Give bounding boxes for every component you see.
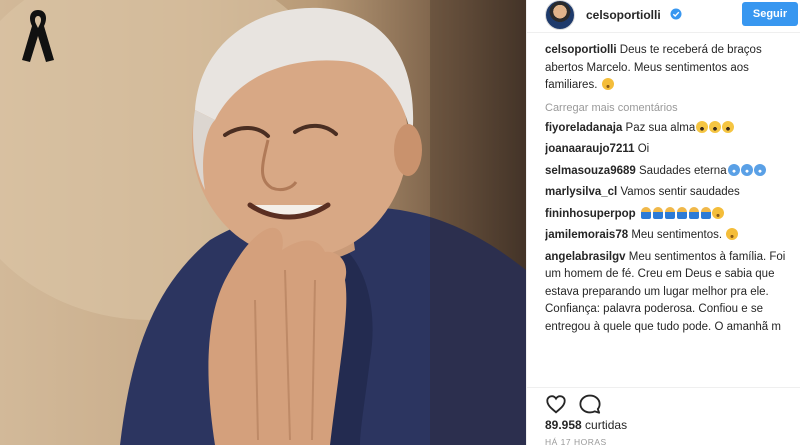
post-header: celsoportiolli Seguir bbox=[527, 0, 800, 33]
post-photo[interactable] bbox=[0, 0, 526, 445]
avatar[interactable] bbox=[545, 0, 575, 30]
post-timestamp: HÁ 17 HORAS bbox=[545, 437, 607, 445]
verified-badge-icon bbox=[670, 8, 682, 20]
comment-username[interactable]: fiyoreladanaja bbox=[545, 122, 622, 134]
comment-item: selmasouza9689 Saudades eterna bbox=[545, 163, 795, 181]
scared-face-icon bbox=[709, 120, 722, 133]
follow-button[interactable]: Seguir bbox=[742, 2, 798, 26]
likes-number: 89.958 bbox=[545, 418, 582, 432]
comment-username[interactable]: selmasouza9689 bbox=[545, 165, 636, 177]
praying-person-icon bbox=[664, 206, 675, 219]
header-username[interactable]: celsoportiolli bbox=[586, 8, 661, 22]
comment-username[interactable]: jamilemorais78 bbox=[545, 229, 628, 241]
post-sidebar: celsoportiolli Seguir celsoportiolli Deu… bbox=[526, 0, 800, 445]
heart-icon[interactable] bbox=[545, 393, 567, 415]
comment-item: fiyoreladanaja Paz sua alma bbox=[545, 120, 795, 138]
praying-person-icon bbox=[700, 206, 711, 219]
comment-item: marlysilva_cl Vamos sentir saudades bbox=[545, 184, 795, 202]
comments-list[interactable]: celsoportiolli Deus te receberá de braço… bbox=[545, 42, 795, 385]
post-actions: 89.958 curtidas HÁ 17 HORAS bbox=[527, 387, 800, 445]
load-more-comments-link[interactable]: Carregar mais comentários bbox=[545, 101, 795, 115]
praying-person-icon bbox=[640, 206, 651, 219]
comment-text: Paz sua alma bbox=[625, 121, 696, 134]
cold-face-icon bbox=[740, 163, 753, 176]
comment-username[interactable]: angelabrasilgv bbox=[545, 251, 626, 263]
comment-username[interactable]: fininhosuperpop bbox=[545, 208, 636, 220]
comment-text: Saudades eterna bbox=[639, 164, 727, 177]
praying-person-icon bbox=[688, 206, 699, 219]
sad-face-icon bbox=[601, 78, 614, 90]
praying-person-icon bbox=[652, 206, 663, 219]
comment-item: fininhosuperpop bbox=[545, 206, 795, 224]
photo-illustration bbox=[0, 0, 526, 445]
comment-text: Vamos sentir saudades bbox=[620, 186, 740, 198]
likes-count[interactable]: 89.958 curtidas bbox=[545, 418, 627, 432]
comment-username[interactable]: joanaaraujo7211 bbox=[545, 143, 635, 155]
comment-username[interactable]: marlysilva_cl bbox=[545, 186, 617, 198]
comment-icon[interactable] bbox=[579, 393, 601, 415]
praying-person-icon bbox=[676, 206, 687, 219]
comment-item: joanaaraujo7211 Oi bbox=[545, 141, 795, 159]
caption: celsoportiolli Deus te receberá de braço… bbox=[545, 42, 795, 95]
cold-face-icon bbox=[753, 163, 766, 176]
sad-face-icon bbox=[711, 206, 724, 219]
cold-face-icon bbox=[727, 163, 740, 176]
mourning-ribbon-icon bbox=[22, 10, 54, 62]
comment-item: angelabrasilgv Meu sentimentos à família… bbox=[545, 249, 795, 337]
likes-label: curtidas bbox=[585, 418, 628, 432]
scared-face-icon bbox=[722, 120, 735, 133]
scared-face-icon bbox=[696, 120, 709, 133]
comment-item: jamilemorais78 Meu sentimentos. bbox=[545, 227, 795, 245]
comment-text: Oi bbox=[637, 143, 650, 155]
sad-face-icon bbox=[726, 228, 739, 240]
caption-username[interactable]: celsoportiolli bbox=[545, 44, 617, 56]
comment-text: Meu sentimentos. bbox=[631, 229, 723, 241]
